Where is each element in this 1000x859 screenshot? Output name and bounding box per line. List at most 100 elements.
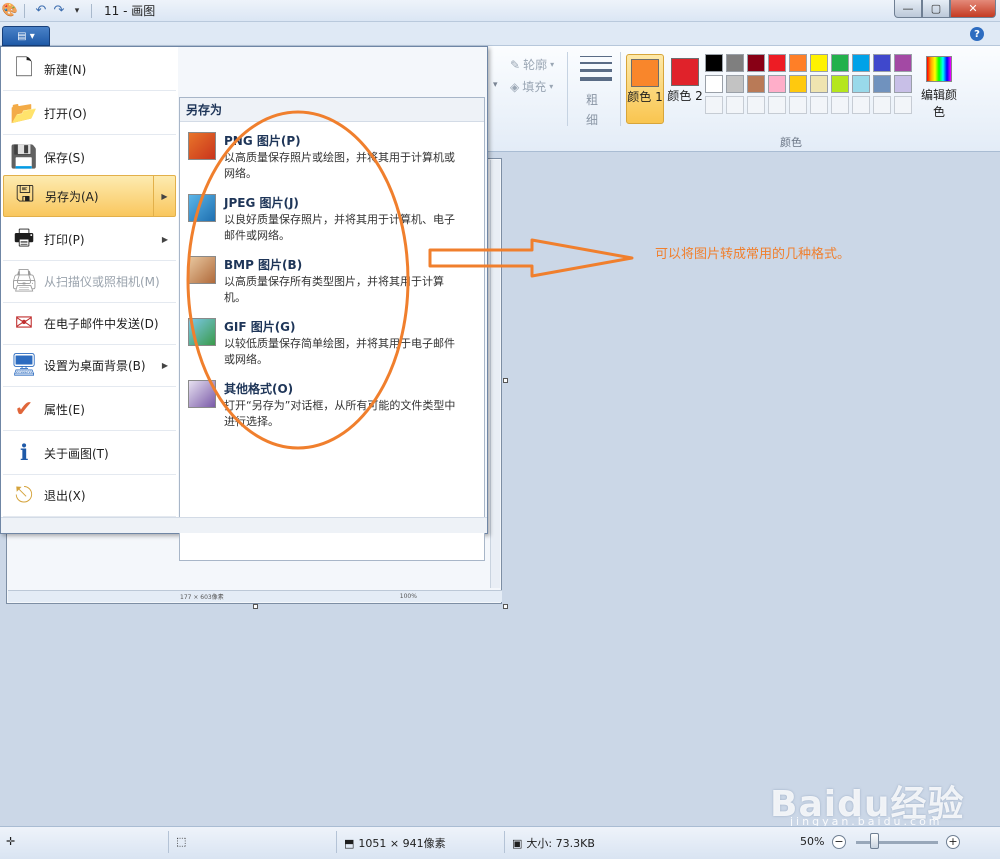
status-separator <box>168 831 169 853</box>
submenu-arrow-icon: ▶ <box>161 361 168 370</box>
save-as-option-2[interactable]: BMP 图片(B) 以高质量保存所有类型图片，并将其用于计算机。 <box>184 252 480 312</box>
desktop-background-icon: 🖥 <box>10 353 38 378</box>
palette-color-swatch[interactable] <box>768 75 786 93</box>
menu-item-label: 打开(O) <box>44 107 87 121</box>
fill-bucket-icon: ◈ <box>510 79 520 94</box>
png-image-icon <box>188 132 216 160</box>
menu-item-label: 属性(E) <box>44 403 85 417</box>
menu-item-3[interactable]: 🖫 另存为(A) ▶ <box>3 175 176 217</box>
palette-custom-slot[interactable] <box>789 96 807 114</box>
menu-item-7[interactable]: 🖥 设置为桌面背景(B) ▶ <box>3 345 176 387</box>
shapes-scroll-down-icon[interactable]: ▾ <box>493 80 498 90</box>
outline-label: 轮廓 <box>523 58 548 72</box>
thickness-icon[interactable] <box>576 56 616 86</box>
palette-color-swatch[interactable] <box>831 75 849 93</box>
title-separator <box>91 3 92 18</box>
palette-color-swatch[interactable] <box>810 75 828 93</box>
menu-item-1[interactable]: 📂 打开(O) <box>3 93 176 135</box>
title-bar: 🎨 ↶ ↷ ▾ 11 - 画图 — ▢ ✕ <box>0 0 1000 22</box>
file-menu-button[interactable]: ▤ ▾ <box>2 26 50 46</box>
menu-item-10[interactable]: ⎋ 退出(X) <box>3 475 176 517</box>
palette-color-swatch[interactable] <box>852 54 870 72</box>
menu-item-8[interactable]: ✔ 属性(E) <box>3 389 176 431</box>
maximize-button[interactable]: ▢ <box>922 0 950 18</box>
resize-handle-right[interactable] <box>503 378 508 383</box>
menu-lines-icon: ▤ ▾ <box>17 30 35 42</box>
color1-button[interactable]: 颜色 1 <box>626 54 664 124</box>
menu-item-label: 从扫描仪或照相机(M) <box>44 275 160 289</box>
submenu-arrow-icon[interactable]: ▶ <box>153 176 175 216</box>
color-palette <box>705 54 912 114</box>
other-formats-icon <box>188 380 216 408</box>
palette-color-swatch[interactable] <box>810 54 828 72</box>
color2-button[interactable]: 颜色 2 <box>666 54 704 124</box>
palette-color-swatch[interactable] <box>873 54 891 72</box>
save-as-option-name: GIF 图片(G) <box>224 320 296 334</box>
chevron-down-icon: ▾ <box>549 82 554 91</box>
edit-colors-button[interactable]: 编辑颜色 <box>916 56 962 120</box>
save-as-option-4[interactable]: 其他格式(O) 打开“另存为”对话框，从所有可能的文件类型中进行选择。 <box>184 376 480 436</box>
checkmark-icon: ✔ <box>14 397 34 422</box>
palette-color-swatch[interactable] <box>705 75 723 93</box>
file-menu: 🗋 新建(N) 📂 打开(O) 💾 保存(S) 🖫 另存为(A) ▶ 🖶 打印(P) ▶ 🖨 从扫描仪或照… <box>0 46 488 561</box>
palette-custom-slot[interactable] <box>747 96 765 114</box>
zoom-in-button[interactable]: + <box>946 835 960 849</box>
palette-color-swatch[interactable] <box>873 75 891 93</box>
palette-custom-slot[interactable] <box>852 96 870 114</box>
palette-custom-slot[interactable] <box>810 96 828 114</box>
pasted-zoom-text: 100% <box>399 593 417 600</box>
menu-item-0[interactable]: 🗋 新建(N) <box>3 49 176 91</box>
resize-handle-corner[interactable] <box>503 604 508 609</box>
menu-item-9[interactable]: ℹ 关于画图(T) <box>3 433 176 475</box>
menu-item-4[interactable]: 🖶 打印(P) ▶ <box>3 219 176 261</box>
fill-button[interactable]: ◈ 填充 ▾ <box>510 78 553 95</box>
save-as-option-0[interactable]: PNG 图片(P) 以高质量保存照片或绘图，并将其用于计算机或网络。 <box>184 128 480 188</box>
palette-custom-slot[interactable] <box>768 96 786 114</box>
image-size-text: 1051 × 941像素 <box>358 837 446 850</box>
save-as-option-description: 以高质量保存照片或绘图，并将其用于计算机或网络。 <box>224 151 455 180</box>
email-icon: ✉ <box>14 311 34 336</box>
palette-color-swatch[interactable] <box>789 54 807 72</box>
close-button[interactable]: ✕ <box>950 0 996 18</box>
save-as-option-description: 打开“另存为”对话框，从所有可能的文件类型中进行选择。 <box>224 399 456 428</box>
printer-icon: 🖶 <box>13 225 35 251</box>
palette-custom-slot[interactable] <box>831 96 849 114</box>
palette-color-swatch[interactable] <box>831 54 849 72</box>
palette-color-swatch[interactable] <box>726 75 744 93</box>
menu-item-2[interactable]: 💾 保存(S) <box>3 137 176 179</box>
palette-custom-slot[interactable] <box>873 96 891 114</box>
palette-color-swatch[interactable] <box>747 54 765 72</box>
outline-button[interactable]: ✎ 轮廓 ▾ <box>510 56 554 73</box>
zoom-slider-thumb[interactable] <box>870 833 879 849</box>
palette-color-swatch[interactable] <box>789 75 807 93</box>
palette-color-swatch[interactable] <box>894 54 912 72</box>
save-as-option-description: 以高质量保存所有类型图片，并将其用于计算机。 <box>224 275 444 304</box>
save-as-option-3[interactable]: GIF 图片(G) 以较低质量保存简单绘图，并将其用于电子邮件或网络。 <box>184 314 480 374</box>
zoom-out-button[interactable]: − <box>832 835 846 849</box>
palette-custom-slot[interactable] <box>705 96 723 114</box>
palette-color-swatch[interactable] <box>768 54 786 72</box>
resize-handle-bottom[interactable] <box>253 604 258 609</box>
bmp-image-icon <box>188 256 216 284</box>
file-menu-footer <box>1 517 487 533</box>
color2-label: 颜色 2 <box>667 89 703 103</box>
palette-color-swatch[interactable] <box>705 54 723 72</box>
paint-app-icon[interactable]: 🎨 <box>2 3 18 19</box>
palette-custom-slot[interactable] <box>726 96 744 114</box>
zoom-slider-track[interactable] <box>856 841 938 844</box>
undo-icon[interactable]: ↶ <box>33 3 49 19</box>
save-as-option-1[interactable]: JPEG 图片(J) 以良好质量保存照片，并将其用于计算机、电子邮件或网络。 <box>184 190 480 250</box>
menu-item-6[interactable]: ✉ 在电子邮件中发送(D) <box>3 303 176 345</box>
palette-custom-slot[interactable] <box>894 96 912 114</box>
palette-color-swatch[interactable] <box>747 75 765 93</box>
redo-icon[interactable]: ↷ <box>51 3 67 19</box>
thickness-label[interactable]: 粗细 <box>585 90 599 130</box>
minimize-button[interactable]: — <box>894 0 922 18</box>
palette-color-swatch[interactable] <box>894 75 912 93</box>
palette-color-swatch[interactable] <box>852 75 870 93</box>
save-as-header: 另存为 <box>180 98 484 122</box>
help-icon[interactable]: ? <box>970 27 984 41</box>
quick-access-dropdown-icon[interactable]: ▾ <box>69 3 85 19</box>
ribbon-separator <box>567 52 568 126</box>
palette-color-swatch[interactable] <box>726 54 744 72</box>
